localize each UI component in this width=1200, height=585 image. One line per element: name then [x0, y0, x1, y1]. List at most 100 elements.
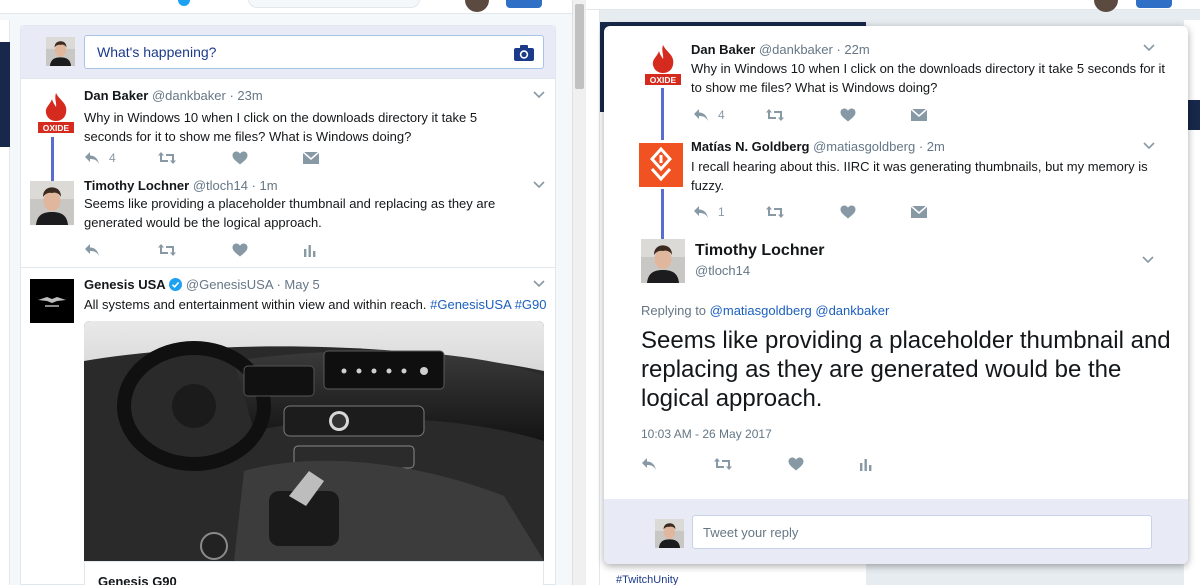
retweet-icon — [766, 108, 784, 122]
direct-message-button[interactable] — [303, 150, 319, 166]
compose-tweet-button[interactable] — [506, 0, 542, 8]
reply-count: 4 — [718, 108, 725, 122]
tweet-timothy-lochner[interactable]: Timothy Lochner @tloch14 · 1m Seems like… — [21, 169, 555, 267]
envelope-icon — [303, 151, 319, 165]
media-card[interactable]: Genesis G90 — [84, 561, 544, 585]
genesis-logo-icon[interactable] — [30, 279, 74, 323]
top-nav-bar — [0, 0, 572, 14]
reply-button[interactable] — [641, 456, 657, 472]
retweet-button[interactable] — [714, 456, 732, 472]
background-column-header — [1186, 100, 1200, 130]
author-handle[interactable]: @tloch14 — [695, 263, 750, 278]
account-avatar[interactable] — [1094, 0, 1118, 12]
top-nav-bar — [586, 0, 1200, 12]
replying-to-line: Replying to @matiasgoldberg @dankbaker — [641, 303, 890, 318]
tweet-dan-baker[interactable]: Dan Baker @dankbaker · 23m Why in Window… — [21, 79, 555, 181]
author-name[interactable]: Timothy Lochner — [695, 242, 825, 260]
side-column-edge — [586, 10, 600, 585]
background-trend-text[interactable]: #TwitchUnity — [616, 574, 678, 585]
oxide-logo-icon[interactable] — [34, 91, 78, 135]
like-button[interactable] — [840, 107, 856, 123]
direct-message-button[interactable] — [911, 107, 927, 123]
tweet-time[interactable]: · 2m — [919, 139, 945, 154]
like-button[interactable] — [232, 150, 248, 166]
thread-connector — [661, 189, 664, 240]
tweet-time[interactable]: · 22m — [836, 42, 869, 57]
author-name[interactable]: Timothy Lochner — [84, 178, 189, 193]
compose-input[interactable]: What's happening? — [84, 35, 544, 69]
retweet-icon — [158, 243, 176, 257]
like-button[interactable] — [840, 204, 856, 220]
retweet-icon — [714, 457, 732, 471]
tweet-text: All systems and entertainment within vie… — [84, 297, 547, 312]
retweet-button[interactable] — [766, 204, 784, 220]
author-handle[interactable]: @dankbaker — [759, 42, 833, 57]
reply-input[interactable]: Tweet your reply — [692, 515, 1152, 549]
thread-tweet-dan-baker[interactable]: Dan Baker @dankbaker · 22m Why in Window… — [604, 26, 1188, 140]
retweet-button[interactable] — [158, 242, 176, 258]
tweet-actions — [84, 242, 324, 258]
left-browser-window: What's happening? Dan Baker @dankbaker ·… — [0, 0, 586, 585]
scrollbar-thumb[interactable] — [575, 4, 584, 89]
direct-message-button[interactable] — [911, 204, 927, 220]
like-button[interactable] — [788, 456, 804, 472]
reply-button[interactable]: 4 — [693, 107, 725, 123]
author-name[interactable]: Genesis USA — [84, 277, 166, 292]
hashtag-link[interactable]: #G90 — [515, 297, 547, 312]
notification-dot-icon[interactable] — [178, 0, 190, 6]
chevron-down-icon[interactable] — [1143, 142, 1155, 150]
oxide-logo-icon[interactable] — [641, 43, 685, 87]
retweet-icon — [158, 151, 176, 165]
reply-button[interactable]: 4 — [84, 150, 116, 166]
side-column-edge — [0, 20, 10, 585]
reply-icon — [693, 108, 709, 122]
author-handle[interactable]: @GenesisUSA — [186, 277, 273, 292]
chevron-down-icon[interactable] — [533, 280, 545, 288]
tweet-text: Seems like providing a placeholder thumb… — [84, 196, 496, 230]
compose-tweet-button[interactable] — [1136, 0, 1172, 8]
card-title: Genesis G90 — [98, 574, 177, 585]
hashtag-link[interactable]: #GenesisUSA — [430, 297, 511, 312]
scrollbar[interactable] — [572, 0, 586, 585]
thread-tweet-matias-goldberg[interactable]: Matías N. Goldberg @matiasgoldberg · 2m … — [604, 134, 1188, 240]
tweet-timestamp[interactable]: 10:03 AM - 26 May 2017 — [641, 427, 772, 441]
author-name[interactable]: Dan Baker — [84, 88, 148, 103]
heart-icon — [788, 457, 804, 471]
retweet-button[interactable] — [158, 150, 176, 166]
mentioned-users-link[interactable]: @matiasgoldberg @dankbaker — [710, 303, 890, 318]
chevron-down-icon[interactable] — [1142, 256, 1154, 264]
author-name[interactable]: Dan Baker — [691, 42, 755, 57]
chevron-down-icon[interactable] — [533, 181, 545, 189]
tweet-time[interactable]: · 23m — [229, 88, 262, 103]
author-handle[interactable]: @tloch14 — [193, 178, 248, 193]
reply-button[interactable] — [84, 242, 100, 258]
tweet-time[interactable]: · May 5 — [276, 277, 319, 292]
analytics-button[interactable] — [859, 456, 873, 472]
reply-icon — [84, 151, 100, 165]
retweet-button[interactable] — [766, 107, 784, 123]
camera-icon[interactable] — [514, 45, 534, 61]
search-box[interactable] — [248, 0, 420, 8]
car-interior-image[interactable] — [84, 321, 544, 561]
tweet-actions: 1 — [693, 204, 933, 220]
account-avatar[interactable] — [465, 0, 489, 12]
user-avatar[interactable] — [655, 519, 684, 548]
retweet-icon — [766, 205, 784, 219]
analytics-button[interactable] — [303, 242, 317, 258]
author-handle[interactable]: @dankbaker — [152, 88, 226, 103]
timeline-column: What's happening? Dan Baker @dankbaker ·… — [20, 25, 556, 585]
person-avatar[interactable] — [641, 239, 685, 283]
tweet-time[interactable]: · 1m — [252, 178, 278, 193]
matias-logo-icon[interactable] — [639, 143, 683, 187]
person-avatar[interactable] — [30, 181, 74, 225]
chevron-down-icon[interactable] — [533, 91, 545, 99]
heart-icon — [232, 243, 248, 257]
tweet-text: I recall hearing about this. IIRC it was… — [691, 159, 1148, 193]
user-avatar[interactable] — [46, 37, 75, 66]
like-button[interactable] — [232, 242, 248, 258]
reply-icon — [84, 243, 100, 257]
author-handle[interactable]: @matiasgoldberg — [813, 139, 915, 154]
chevron-down-icon[interactable] — [1143, 44, 1155, 52]
author-name[interactable]: Matías N. Goldberg — [691, 139, 809, 154]
reply-button[interactable]: 1 — [693, 204, 725, 220]
